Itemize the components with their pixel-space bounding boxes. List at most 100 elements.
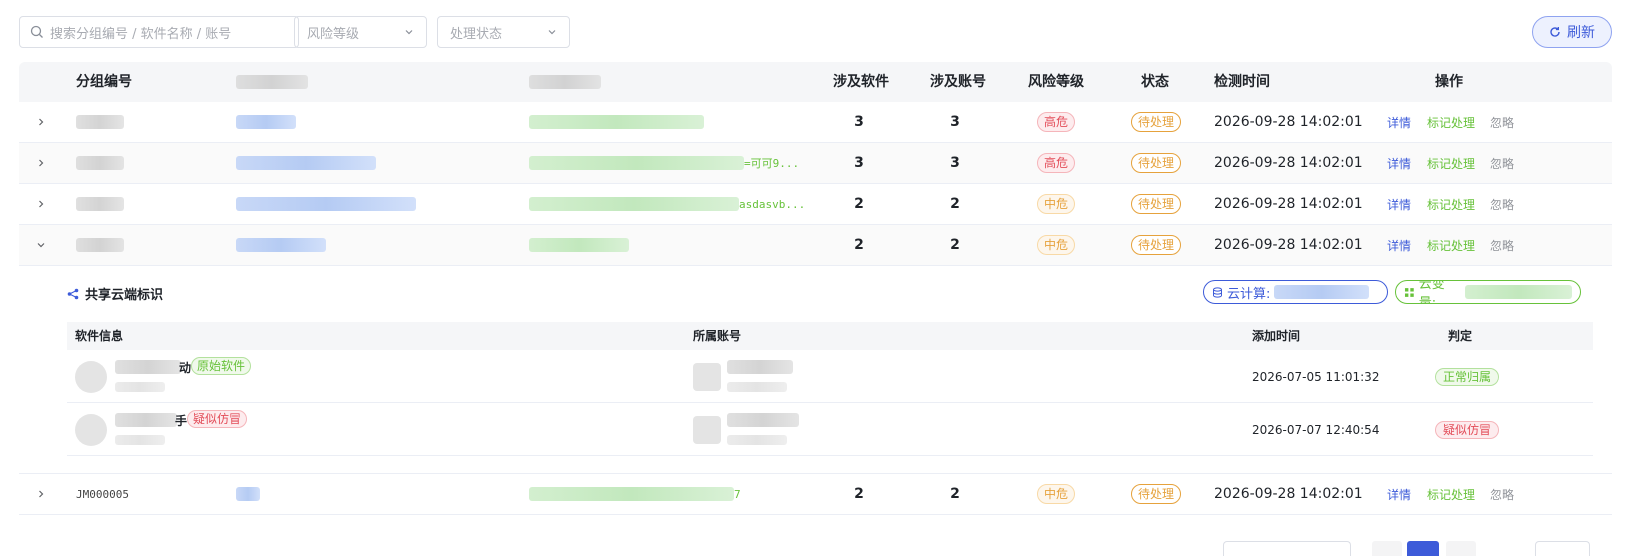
account-blurred: asdasvb... [529, 184, 805, 224]
ignore-link-label: 忽略 [1490, 487, 1515, 502]
mark-link-label: 标记处理 [1427, 238, 1476, 253]
chevron-right-icon [39, 200, 44, 208]
ignore-link[interactable]: 忽略 [1490, 474, 1514, 514]
header-risk-level: 风险等级 [1028, 74, 1084, 90]
account-count: 3 [950, 114, 960, 130]
software-count: 2 [854, 196, 864, 212]
group-id-blurred [76, 102, 124, 142]
status-badge: 待处理 [1131, 184, 1182, 224]
status-badge: 待处理 [1131, 102, 1182, 142]
status-badge: 待处理 [1131, 225, 1182, 265]
risk-level-select[interactable]: 风险等级 [294, 16, 427, 48]
verdict-badge: 正常归属 [1435, 368, 1500, 386]
prev-page-button[interactable] [1372, 541, 1402, 556]
mark-handled-link[interactable]: 标记处理 [1427, 102, 1475, 142]
expanded-detail-panel: 共享云端标识 云计算: 云变量: 软件信息 所属账号 添加时间 判定 动 原始软… [19, 266, 1612, 474]
page-size-select[interactable] [1223, 541, 1351, 556]
table-row: 3 3 高危 待处理 2026-09-28 14:02:01 详情 标记处理 忽… [19, 102, 1612, 143]
risk-group-table: 分组编号 涉及软件 涉及账号 风险等级 状态 检测时间 操作 3 3 高危 待处… [19, 62, 1612, 515]
detect-time: 2026-09-28 14:02:01 [1214, 196, 1363, 212]
software-origin-tag: 原始软件 [191, 357, 252, 375]
page-jump-input[interactable] [1535, 541, 1590, 556]
mark-handled-link[interactable]: 标记处理 [1427, 225, 1475, 265]
detail-link[interactable]: 详情 [1387, 474, 1411, 514]
software-name-blurred[interactable] [236, 102, 296, 142]
ignore-link-label: 忽略 [1490, 115, 1515, 130]
mark-handled-link[interactable]: 标记处理 [1427, 143, 1475, 183]
account-count: 3 [950, 155, 960, 171]
ignore-link[interactable]: 忽略 [1490, 225, 1514, 265]
ignore-link[interactable]: 忽略 [1490, 102, 1514, 142]
current-page-button[interactable] [1407, 541, 1439, 556]
detail-link[interactable]: 详情 [1387, 184, 1411, 224]
software-name-blurred[interactable] [236, 474, 260, 514]
refresh-button[interactable]: 刷新 [1532, 16, 1612, 48]
status-badge-label: 待处理 [1131, 484, 1182, 504]
software-name-blurred[interactable] [236, 184, 416, 224]
account-blurred: =可可9... [529, 143, 799, 183]
expand-toggle[interactable] [36, 184, 46, 224]
status-badge: 待处理 [1131, 474, 1182, 514]
group-id: JM000005 [76, 487, 129, 501]
collapse-toggle[interactable] [36, 225, 46, 265]
software-fake-tag: 疑似仿冒 [187, 410, 248, 428]
account-count: 2 [950, 196, 960, 212]
ignore-link-label: 忽略 [1490, 238, 1515, 253]
software-name-tail: 动 [179, 361, 192, 375]
detail-link[interactable]: 详情 [1387, 225, 1411, 265]
mark-link-label: 标记处理 [1427, 197, 1476, 212]
mark-link-label: 标记处理 [1427, 115, 1476, 130]
detail-link-label: 详情 [1387, 487, 1412, 502]
account-text-tail: 7 [734, 487, 741, 501]
sub-header-account: 所属账号 [693, 329, 742, 343]
detail-link[interactable]: 详情 [1387, 143, 1411, 183]
header-blurred-2 [529, 62, 601, 102]
cloud-compute-label: 云计算: [1227, 286, 1271, 302]
mark-handled-link[interactable]: 标记处理 [1427, 184, 1475, 224]
status-badge-label: 待处理 [1131, 235, 1182, 255]
chevron-down-icon [405, 30, 413, 35]
software-name-blurred[interactable] [236, 143, 376, 183]
status-badge-label: 待处理 [1131, 153, 1182, 173]
detail-link-label: 详情 [1387, 238, 1412, 253]
ignore-link[interactable]: 忽略 [1490, 184, 1514, 224]
risk-badge-label: 高危 [1037, 153, 1076, 173]
status-badge: 待处理 [1131, 143, 1182, 183]
expand-toggle[interactable] [36, 474, 46, 514]
risk-badge: 中危 [1037, 225, 1076, 265]
mark-handled-link[interactable]: 标记处理 [1427, 474, 1475, 514]
mark-link-label: 标记处理 [1427, 156, 1476, 171]
detail-link[interactable]: 详情 [1387, 102, 1411, 142]
cloud-compute-tag: 云计算: [1203, 280, 1388, 304]
header-account-count: 涉及账号 [930, 74, 986, 90]
verdict-badge: 疑似仿冒 [1435, 421, 1500, 439]
filter-toolbar: 搜索分组编号 / 软件名称 / 账号 风险等级 处理状态 刷新 [0, 0, 1647, 66]
detect-time: 2026-09-28 14:02:01 [1214, 114, 1363, 130]
search-input[interactable]: 搜索分组编号 / 软件名称 / 账号 [19, 16, 299, 48]
refresh-icon [1550, 27, 1560, 37]
status-select[interactable]: 处理状态 [437, 16, 570, 48]
expand-toggle[interactable] [36, 143, 46, 183]
software-count: 3 [854, 155, 864, 171]
sub-header-added-time: 添加时间 [1252, 329, 1301, 343]
sub-header-verdict: 判定 [1448, 329, 1473, 343]
ignore-link[interactable]: 忽略 [1490, 143, 1514, 183]
status-badge-label: 待处理 [1131, 194, 1182, 214]
account-count: 2 [950, 237, 960, 253]
group-id-blurred [76, 225, 124, 265]
header-group-id: 分组编号 [76, 74, 132, 90]
software-count: 2 [854, 237, 864, 253]
detect-time: 2026-09-28 14:02:01 [1214, 486, 1363, 502]
status-badge-label: 待处理 [1131, 112, 1182, 132]
added-time: 2026-07-05 11:01:32 [1252, 370, 1380, 384]
sub-table-header: 软件信息 所属账号 添加时间 判定 [67, 322, 1593, 350]
account-avatar [693, 416, 721, 444]
chevron-right-icon [39, 118, 44, 126]
software-name-blurred[interactable] [236, 225, 326, 265]
chevron-down-icon [37, 243, 45, 248]
share-icon [67, 288, 79, 299]
detail-link-label: 详情 [1387, 115, 1412, 130]
expand-toggle[interactable] [36, 102, 46, 142]
next-page-button[interactable] [1446, 541, 1476, 556]
database-icon [1213, 286, 1222, 298]
